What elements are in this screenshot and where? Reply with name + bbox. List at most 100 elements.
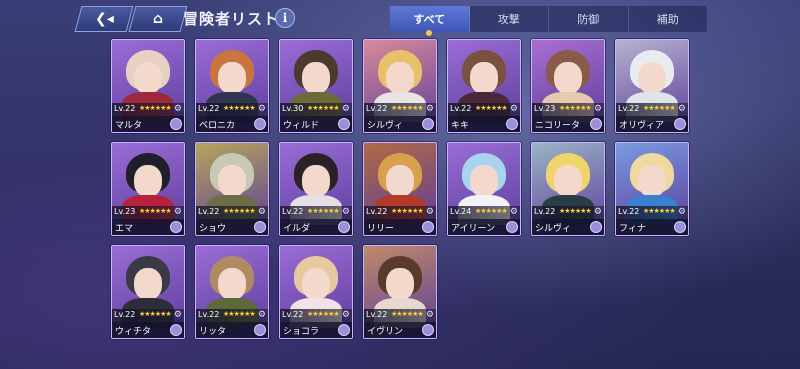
adventurer-card[interactable]: Lv.30 ★★★★★★ ⚙ ウィルド <box>279 39 353 133</box>
element-badge-icon <box>170 221 182 233</box>
filter-tabs: すべて 攻撃 防御 補助 <box>390 6 708 36</box>
adventurer-card[interactable]: Lv.22 ★★★★★★ ⚙ シルヴィ <box>363 39 437 133</box>
gear-icon: ⚙ <box>173 104 182 114</box>
adventurer-card[interactable]: Lv.23 ★★★★★★ ⚙ ニコリータ <box>531 39 605 133</box>
rarity-stars: ★★★★★★ <box>391 310 424 318</box>
rarity-stars: ★★★★★★ <box>391 104 424 112</box>
adventurer-name: リッタ <box>199 327 227 337</box>
adventurer-card[interactable]: Lv.22 ★★★★★★ ⚙ リッタ <box>195 245 269 339</box>
adventurer-name: ウィチタ <box>115 327 152 337</box>
level-label: Lv.22 <box>282 310 304 319</box>
element-badge-icon <box>254 324 266 336</box>
rarity-stars: ★★★★★★ <box>223 310 256 318</box>
back-arrow-icon: ❮◂ <box>94 11 114 27</box>
rarity-stars: ★★★★★★ <box>223 207 256 215</box>
face-shape <box>302 62 330 94</box>
rarity-stars: ★★★★★★ <box>307 104 340 112</box>
element-badge-icon <box>338 324 350 336</box>
gear-icon: ⚙ <box>173 310 182 320</box>
element-badge-icon <box>422 324 434 336</box>
adventurer-card[interactable]: Lv.22 ★★★★★★ ⚙ ショコラ <box>279 245 353 339</box>
adventurer-card[interactable]: Lv.22 ★★★★★★ ⚙ ショウ <box>195 142 269 236</box>
top-bar: ❮◂ ⌂ 冒険者リスト i すべて 攻撃 防御 補助 <box>0 0 800 36</box>
rarity-stars: ★★★★★★ <box>307 207 340 215</box>
adventurer-card[interactable]: Lv.22 ★★★★★★ ⚙ フィナ <box>615 142 689 236</box>
element-badge-icon <box>254 118 266 130</box>
element-badge-icon <box>506 221 518 233</box>
adventurer-card[interactable]: Lv.24 ★★★★★★ ⚙ アイリーン <box>447 142 521 236</box>
adventurer-name: イルダ <box>283 224 311 234</box>
adventurer-card[interactable]: Lv.22 ★★★★★★ ⚙ マルタ <box>111 39 185 133</box>
tab-all[interactable]: すべて <box>390 6 470 36</box>
face-shape <box>554 165 582 197</box>
info-icon[interactable]: i <box>275 8 295 28</box>
element-badge-icon <box>506 118 518 130</box>
level-label: Lv.22 <box>282 207 304 216</box>
gear-icon: ⚙ <box>425 104 434 114</box>
face-shape <box>638 62 666 94</box>
element-badge-icon <box>674 221 686 233</box>
adventurer-name: シルヴィ <box>535 224 572 234</box>
level-label: Lv.22 <box>618 207 640 216</box>
gear-icon: ⚙ <box>257 310 266 320</box>
level-label: Lv.22 <box>366 207 388 216</box>
level-label: Lv.30 <box>282 104 304 113</box>
face-shape <box>386 165 414 197</box>
home-button[interactable]: ⌂ <box>128 6 188 32</box>
tab-attack[interactable]: 攻撃 <box>469 6 549 32</box>
level-label: Lv.22 <box>114 310 136 319</box>
level-label: Lv.23 <box>114 207 136 216</box>
page-title: 冒険者リスト <box>183 10 280 28</box>
rarity-stars: ★★★★★★ <box>559 207 592 215</box>
gear-icon: ⚙ <box>509 104 518 114</box>
level-label: Lv.23 <box>534 104 556 113</box>
adventurer-card[interactable]: Lv.22 ★★★★★★ ⚙ リリー <box>363 142 437 236</box>
gear-icon: ⚙ <box>677 104 686 114</box>
face-shape <box>470 62 498 94</box>
adventurer-card[interactable]: Lv.22 ★★★★★★ ⚙ ベロニカ <box>195 39 269 133</box>
adventurer-card[interactable]: Lv.23 ★★★★★★ ⚙ エマ <box>111 142 185 236</box>
face-shape <box>218 62 246 94</box>
adventurer-name: ベロニカ <box>199 121 236 131</box>
gear-icon: ⚙ <box>341 104 350 114</box>
adventurer-card[interactable]: Lv.22 ★★★★★★ ⚙ イヴリン <box>363 245 437 339</box>
element-badge-icon <box>674 118 686 130</box>
adventurer-card[interactable]: Lv.22 ★★★★★★ ⚙ ウィチタ <box>111 245 185 339</box>
gear-icon: ⚙ <box>425 207 434 217</box>
face-shape <box>218 268 246 300</box>
rarity-stars: ★★★★★★ <box>559 104 592 112</box>
rarity-stars: ★★★★★★ <box>643 207 676 215</box>
gear-icon: ⚙ <box>257 104 266 114</box>
element-badge-icon <box>254 221 266 233</box>
adventurer-card[interactable]: Lv.22 ★★★★★★ ⚙ シルヴィ <box>531 142 605 236</box>
level-label: Lv.22 <box>534 207 556 216</box>
gear-icon: ⚙ <box>341 207 350 217</box>
adventurer-name: オリヴィア <box>619 121 665 131</box>
rarity-stars: ★★★★★★ <box>643 104 676 112</box>
face-shape <box>386 62 414 94</box>
face-shape <box>638 165 666 197</box>
rarity-stars: ★★★★★★ <box>307 310 340 318</box>
adventurer-card[interactable]: Lv.22 ★★★★★★ ⚙ イルダ <box>279 142 353 236</box>
face-shape <box>218 165 246 197</box>
adventurer-card[interactable]: Lv.22 ★★★★★★ ⚙ キキ <box>447 39 521 133</box>
element-badge-icon <box>170 324 182 336</box>
gear-icon: ⚙ <box>509 207 518 217</box>
gear-icon: ⚙ <box>425 310 434 320</box>
gear-icon: ⚙ <box>677 207 686 217</box>
face-shape <box>302 165 330 197</box>
element-badge-icon <box>338 221 350 233</box>
element-badge-icon <box>590 118 602 130</box>
tab-support[interactable]: 補助 <box>628 6 708 32</box>
tab-defense[interactable]: 防御 <box>549 6 629 32</box>
adventurer-name: フィナ <box>619 224 646 234</box>
adventurer-name: キキ <box>451 121 470 131</box>
adventurer-card[interactable]: Lv.22 ★★★★★★ ⚙ オリヴィア <box>615 39 689 133</box>
level-label: Lv.22 <box>198 310 220 319</box>
home-icon: ⌂ <box>152 11 164 27</box>
face-shape <box>134 268 162 300</box>
rarity-stars: ★★★★★★ <box>139 104 172 112</box>
level-label: Lv.22 <box>114 104 136 113</box>
back-button[interactable]: ❮◂ <box>74 6 134 32</box>
adventurer-name: ニコリータ <box>535 121 581 131</box>
